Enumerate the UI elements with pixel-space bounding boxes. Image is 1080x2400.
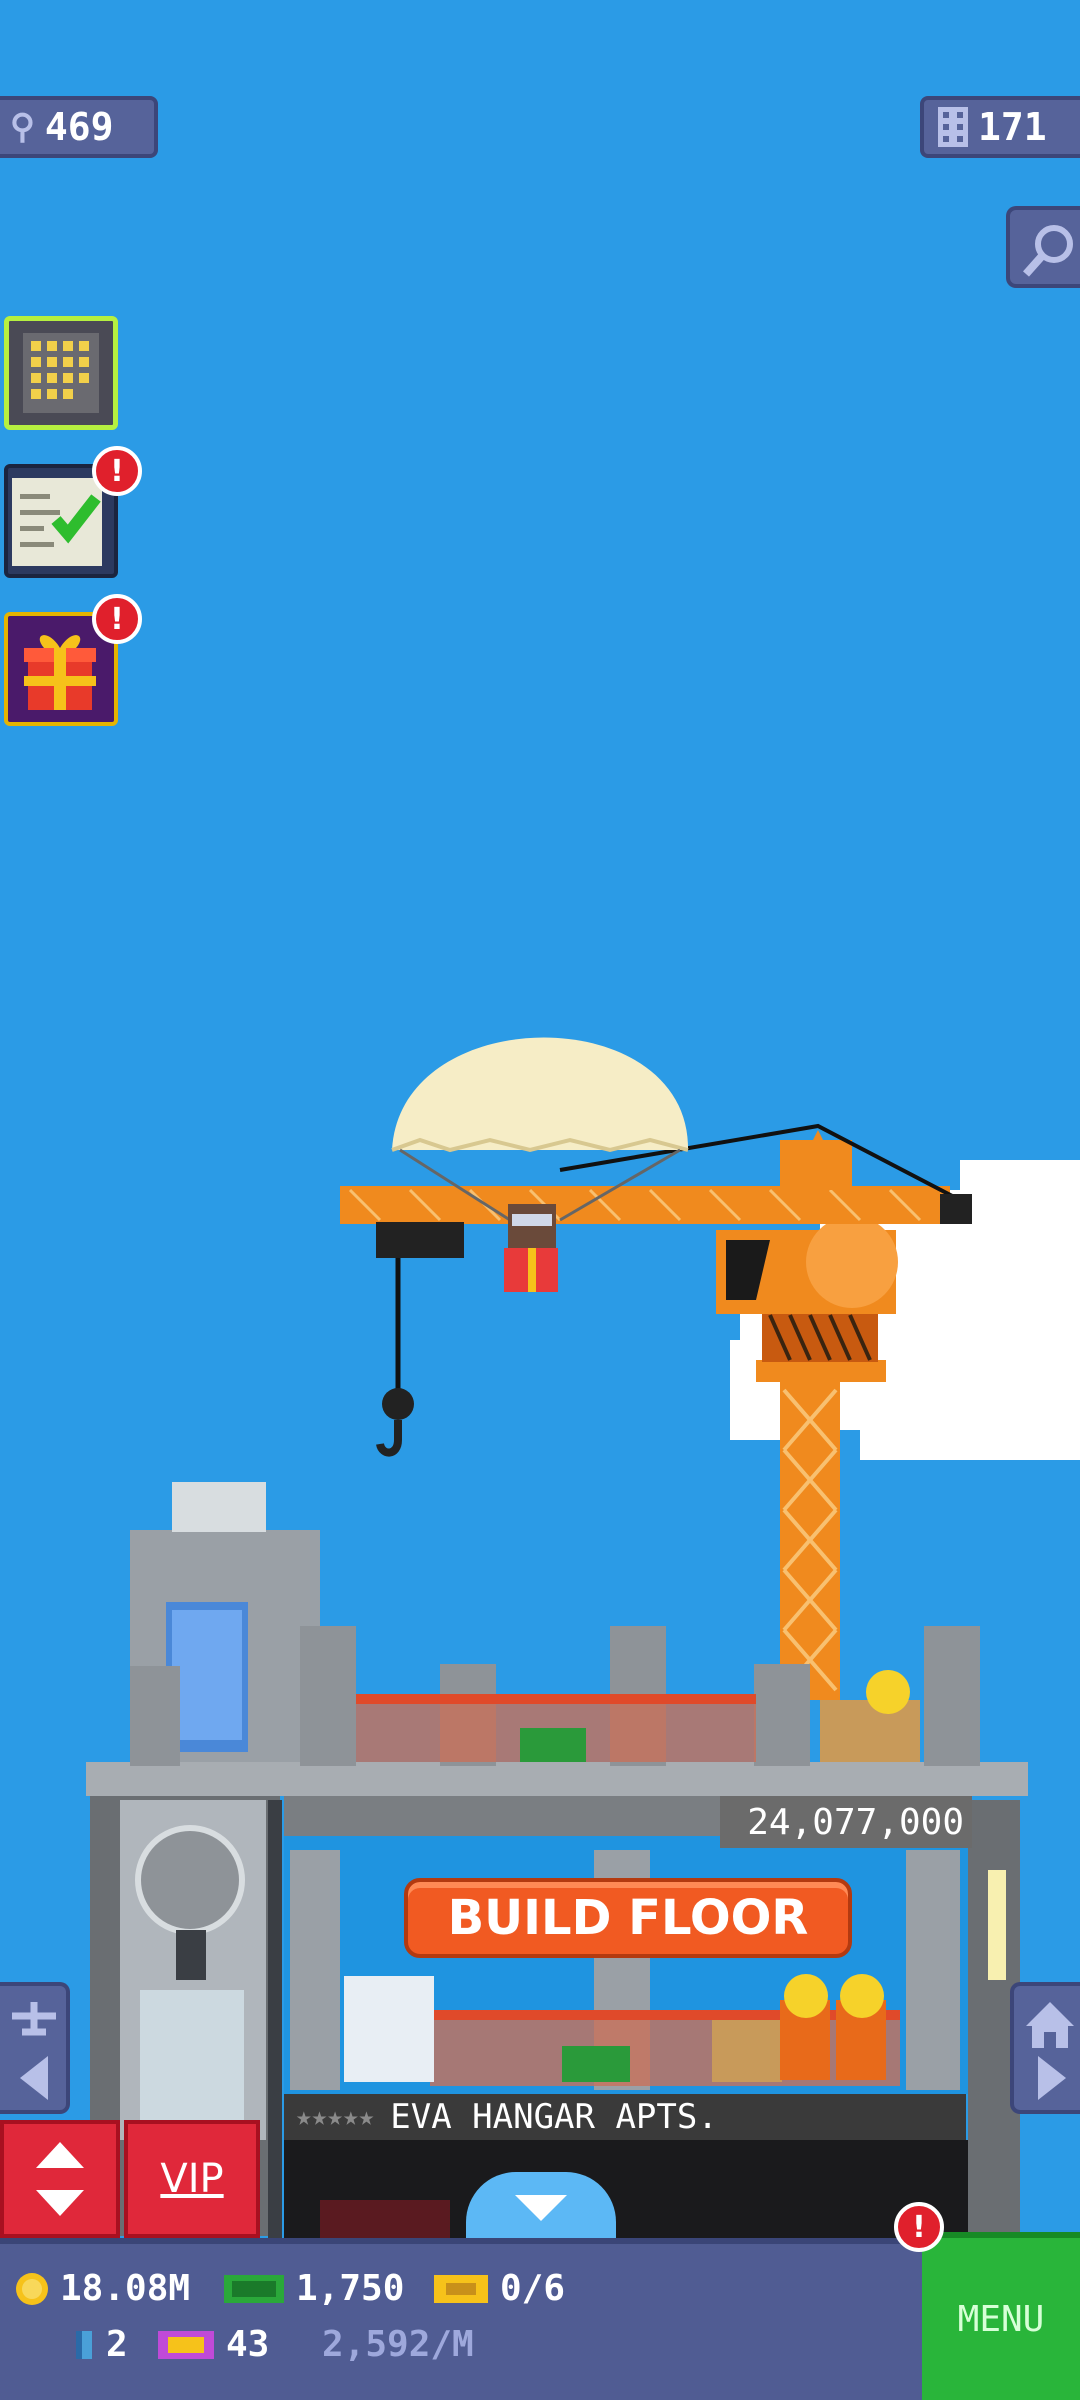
- game-scene: [86, 1037, 1080, 2240]
- resource-hud: 18.08M 1,750 0/6 2 43 2,592/M: [0, 2238, 922, 2400]
- chevron-down-icon: [515, 2195, 567, 2221]
- coin-icon: [16, 2272, 48, 2305]
- income-rate-value: 2,592/M: [322, 2324, 474, 2365]
- floor-name-bar[interactable]: ★★★★★ EVA HANGAR APTS.: [284, 2094, 966, 2140]
- tickets-value: 0/6: [500, 2268, 566, 2309]
- up-down-arrows-icon: [36, 2142, 84, 2216]
- bux-display[interactable]: 1,750: [222, 2268, 404, 2309]
- income-rate-display: 2,592/M: [322, 2324, 474, 2365]
- ticket-icon: [434, 2274, 488, 2303]
- plane-icon: [12, 2002, 56, 2100]
- floor-cost-label: 24,077,000: [720, 1796, 972, 1848]
- items-value: 43: [226, 2324, 270, 2365]
- menu-label: MENU: [957, 2298, 1045, 2340]
- tickets-display[interactable]: 0/6: [432, 2268, 565, 2309]
- keys-value: 2: [106, 2324, 128, 2365]
- vip-label: VIP: [160, 2156, 224, 2202]
- scroll-down-button[interactable]: [466, 2172, 616, 2242]
- coins-value: 18.08M: [60, 2268, 191, 2309]
- previous-floor-tab[interactable]: [0, 1982, 70, 2114]
- coins-display[interactable]: 18.08M: [14, 2268, 190, 2309]
- legendary-item-icon: [158, 2330, 214, 2359]
- floor-cost-value: 24,077,000: [747, 1801, 964, 1843]
- key-icon: [76, 2330, 92, 2359]
- build-floor-button[interactable]: BUILD FLOOR: [404, 1878, 852, 1958]
- keys-display[interactable]: 2: [72, 2324, 128, 2365]
- home-icon: [1026, 2002, 1074, 2100]
- elevator-button[interactable]: [0, 2120, 120, 2238]
- menu-alert-badge: !: [894, 2202, 944, 2252]
- floor-rating-stars: ★★★★★: [296, 2102, 375, 2132]
- items-display[interactable]: 43: [156, 2324, 269, 2365]
- bux-icon: [224, 2274, 284, 2303]
- bux-value: 1,750: [296, 2268, 405, 2309]
- next-floor-tab[interactable]: [1010, 1982, 1080, 2114]
- menu-button[interactable]: MENU: [922, 2232, 1080, 2400]
- floor-name-label: EVA HANGAR APTS.: [390, 2097, 718, 2137]
- build-floor-label: BUILD FLOOR: [447, 1890, 809, 1946]
- vip-button[interactable]: VIP: [124, 2120, 260, 2238]
